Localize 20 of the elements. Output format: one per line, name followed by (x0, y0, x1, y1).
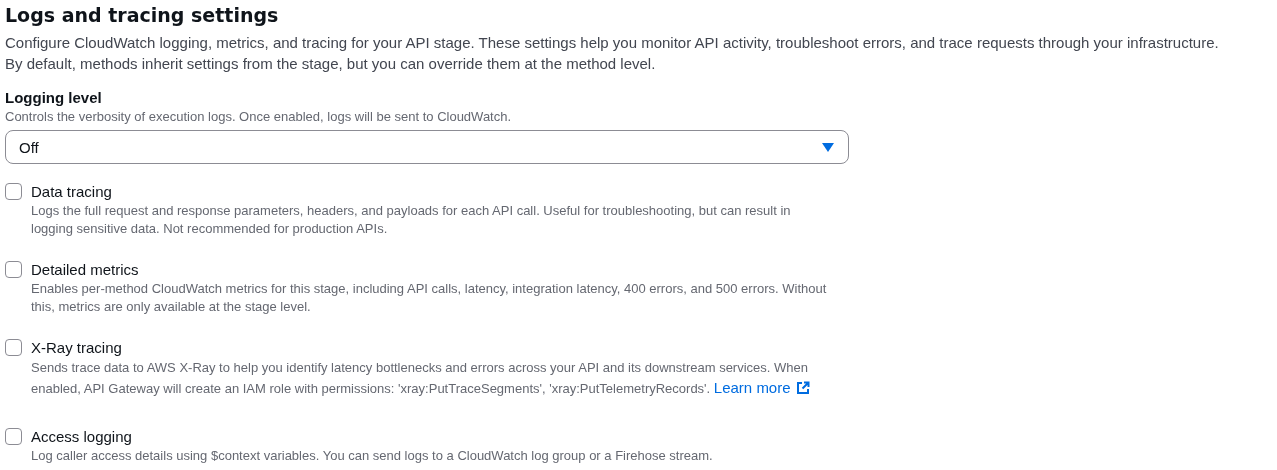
checkbox[interactable] (5, 339, 22, 356)
checkbox-label: Access logging (31, 427, 133, 447)
option-description: Logs the full request and response parameters, headers, and payloads for each API call. Useful for troubleshooting, but can result in logging sensitive data. Not recommended for production APIs. (31, 202, 792, 238)
checkbox[interactable] (5, 183, 22, 200)
checkbox-label: Detailed metrics (31, 260, 140, 280)
section-description: Configure CloudWatch logging, metrics, and tracing for your API stage. These settings help you monitor API activity, troubleshoot errors, and trace requests through your infrastructure. By default, methods inherit settings from the stage, but you can override them at the method level. (5, 33, 1220, 74)
section-title: Logs and tracing settings (5, 3, 280, 27)
checkbox[interactable] (5, 261, 22, 278)
checkbox-label: Data tracing (31, 182, 113, 202)
external-link-icon (795, 381, 810, 395)
checkbox-label: X-Ray tracing (31, 338, 123, 358)
field-hint: Controls the verbosity of execution logs. Once enabled, logs will be sent to CloudWatch. (5, 108, 513, 126)
option-description: Enables per-method CloudWatch metrics for this stage, including API calls, latency, integration latency, 400 errors, and 500 errors. Without this, metrics are only available at the stage level. (31, 280, 828, 316)
option-description: Log caller access details using $context variables. You can send logs to a CloudWatch log group or a Firehose stream. (31, 447, 713, 465)
learn-more-link[interactable]: Learn more (713, 379, 810, 396)
logging-level-dropdown[interactable]: Off (5, 130, 849, 164)
caret-icon (822, 142, 834, 152)
field-label: Logging level (5, 88, 103, 108)
option-description: Sends trace data to AWS X-Ray to help you identify latency bottlenecks and errors across your API and its downstream services. When enabled, API Gateway will create an IAM role with permissions: 'xray:PutTraceSegments', 'xray:PutTelemetryRecords'. Learn more (31, 359, 811, 398)
checkbox[interactable] (5, 428, 22, 445)
